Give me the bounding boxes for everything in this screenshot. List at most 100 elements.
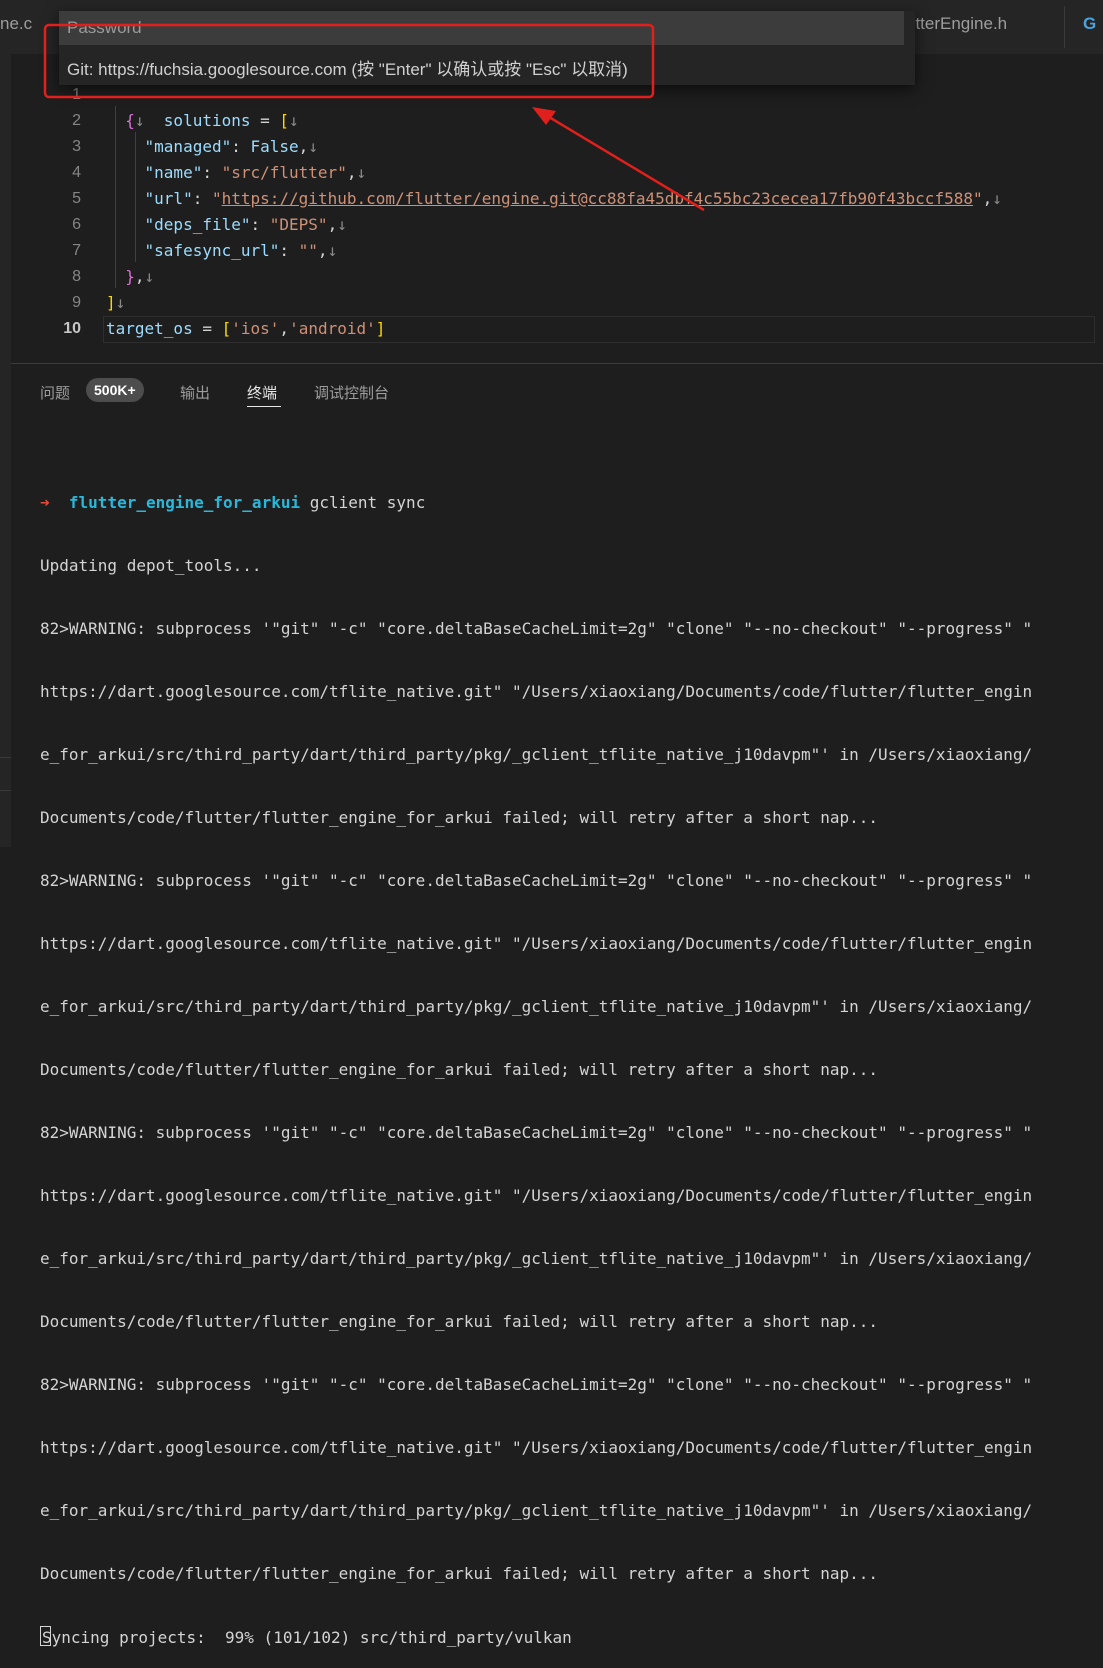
newline-marker: ↓ xyxy=(992,189,1002,208)
terminal-line: https://dart.googlesource.com/tflite_nat… xyxy=(40,934,1033,953)
code-token: { xyxy=(125,111,135,130)
code-line: 6 "deps_file": "DEPS",↓ xyxy=(11,212,1103,238)
code-token: , xyxy=(982,189,993,208)
terminal-line: 82>WARNING: subprocess '"git" "-c" "core… xyxy=(40,1375,1033,1394)
code-editor[interactable]: 1 solutions = [↓ 2 {↓ 3 "managed": False… xyxy=(11,54,1103,363)
code-token: "DEPS" xyxy=(269,215,328,234)
terminal-cwd: flutter_engine_for_arkui xyxy=(68,493,301,512)
code-line: 9 ]↓ xyxy=(11,290,1103,316)
code-token: " xyxy=(211,189,222,208)
code-token: , xyxy=(134,267,145,286)
terminal-line: e_for_arkui/src/third_party/dart/third_p… xyxy=(40,997,1033,1016)
code-token: ] xyxy=(375,319,386,338)
line-number: 10 xyxy=(63,320,81,337)
newline-marker: ↓ xyxy=(308,137,318,156)
line-number: 8 xyxy=(72,268,81,285)
terminal-line: https://dart.googlesource.com/tflite_nat… xyxy=(40,1186,1033,1205)
line-number: 3 xyxy=(72,138,81,155)
newline-marker: ↓ xyxy=(115,293,126,312)
terminal-line: Documents/code/flutter/flutter_engine_fo… xyxy=(40,1312,879,1331)
terminal-line: 82>WARNING: subprocess '"git" "-c" "core… xyxy=(40,619,1033,638)
tab-flutter-engine-header[interactable]: utterEngine.h xyxy=(906,14,1007,34)
sidebar-divider xyxy=(0,757,11,758)
terminal-line: Updating depot_tools... xyxy=(40,556,262,575)
code-token: = xyxy=(192,319,222,338)
password-input[interactable] xyxy=(59,11,904,45)
code-token: False xyxy=(250,137,299,156)
code-token: , xyxy=(298,137,309,156)
code-token: : xyxy=(250,215,270,234)
code-token: } xyxy=(125,267,135,286)
newline-marker: ↓ xyxy=(144,267,155,286)
problems-count-badge: 500K+ xyxy=(86,378,144,402)
panel-tab-bar: 问题 500K+ 输出 终端 调试控制台 xyxy=(11,364,1103,420)
terminal-line: e_for_arkui/src/third_party/dart/third_p… xyxy=(40,1501,1033,1520)
code-token: 'ios' xyxy=(231,319,280,338)
tab-debug-console[interactable]: 调试控制台 xyxy=(314,382,389,403)
code-token: : xyxy=(279,241,299,260)
terminal-line: Documents/code/flutter/flutter_engine_fo… xyxy=(40,1564,879,1583)
code-token: , xyxy=(279,319,290,338)
terminal-command: gclient sync xyxy=(300,493,426,512)
sidebar-divider xyxy=(0,790,11,791)
code-token: "deps_file" xyxy=(144,215,251,234)
password-prompt-message: Git: https://fuchsia.googlesource.com (按… xyxy=(67,60,628,79)
line-number: 7 xyxy=(72,242,81,259)
active-tab-indicator xyxy=(247,406,281,407)
terminal-prompt-line: ➜ flutter_engine_for_arkui gclient sync xyxy=(40,492,1090,513)
code-line: 10 target_os = ['ios','android'] xyxy=(11,316,1103,342)
tab-output[interactable]: 输出 xyxy=(180,382,210,403)
tab-overflow[interactable]: G xyxy=(1083,14,1096,34)
code-token: : xyxy=(202,163,222,182)
newline-marker: ↓ xyxy=(356,163,367,182)
terminal-line: e_for_arkui/src/third_party/dart/third_p… xyxy=(40,1249,1033,1268)
code-token: , xyxy=(327,215,338,234)
tab-problems[interactable]: 问题 xyxy=(40,382,70,403)
code-token: [ xyxy=(221,319,232,338)
code-line: 7 "safesync_url": "",↓ xyxy=(11,238,1103,264)
code-line: 3 "managed": False,↓ xyxy=(11,134,1103,160)
prompt-arrow-icon: ➜ xyxy=(40,493,50,512)
terminal-line: 82>WARNING: subprocess '"git" "-c" "core… xyxy=(40,871,1033,890)
tab-terminal[interactable]: 终端 xyxy=(247,382,277,403)
code-line: 5 "url": "https://github.com/flutter/eng… xyxy=(11,186,1103,212)
code-line: 2 {↓ xyxy=(11,108,1103,134)
newline-marker: ↓ xyxy=(134,111,145,130)
code-token: , xyxy=(317,241,328,260)
terminal-line: https://dart.googlesource.com/tflite_nat… xyxy=(40,682,1033,701)
code-line: 1 solutions = [↓ xyxy=(11,82,1103,130)
code-token: "" xyxy=(298,241,318,260)
terminal-line: Documents/code/flutter/flutter_engine_fo… xyxy=(40,1060,879,1079)
code-line: 8 },↓ xyxy=(11,264,1103,290)
code-token: "url" xyxy=(144,189,193,208)
tab-engine-file[interactable]: ne.c xyxy=(0,14,32,34)
code-token: target_os xyxy=(106,319,193,338)
code-token: ] xyxy=(106,293,116,312)
code-token: : xyxy=(231,137,251,156)
line-number: 9 xyxy=(72,294,81,311)
code-token: "name" xyxy=(144,163,203,182)
code-token: "safesync_url" xyxy=(144,241,280,260)
terminal-sync-status: Syncing projects: 99% (101/102) src/thir… xyxy=(42,1628,572,1647)
terminal-line: e_for_arkui/src/third_party/dart/third_p… xyxy=(40,745,1033,764)
newline-marker: ↓ xyxy=(337,215,347,234)
code-line: 4 "name": "src/flutter",↓ xyxy=(11,160,1103,186)
terminal-output[interactable]: ➜ flutter_engine_for_arkui gclient sync … xyxy=(40,450,1090,1668)
line-number: 6 xyxy=(72,216,81,233)
terminal-line: https://dart.googlesource.com/tflite_nat… xyxy=(40,1438,1033,1457)
url-link[interactable]: https://github.com/flutter/engine.git@cc… xyxy=(222,189,973,208)
tab-divider xyxy=(1064,6,1065,48)
password-quick-input: Git: https://fuchsia.googlesource.com (按… xyxy=(59,11,915,85)
newline-marker: ↓ xyxy=(327,241,338,260)
line-number: 5 xyxy=(72,190,81,207)
code-token: "src/flutter" xyxy=(221,163,347,182)
code-token: " xyxy=(972,189,983,208)
terminal-progress-line: Syncing projects: 99% (101/102) src/thir… xyxy=(40,1626,1090,1647)
line-number: 1 xyxy=(72,86,81,103)
terminal-line: 82>WARNING: subprocess '"git" "-c" "core… xyxy=(40,1123,1033,1142)
line-number: 4 xyxy=(72,164,81,181)
code-token: "managed" xyxy=(144,137,232,156)
terminal-line: Documents/code/flutter/flutter_engine_fo… xyxy=(40,808,879,827)
code-token: 'android' xyxy=(289,319,376,338)
sidebar-edge xyxy=(0,54,11,847)
